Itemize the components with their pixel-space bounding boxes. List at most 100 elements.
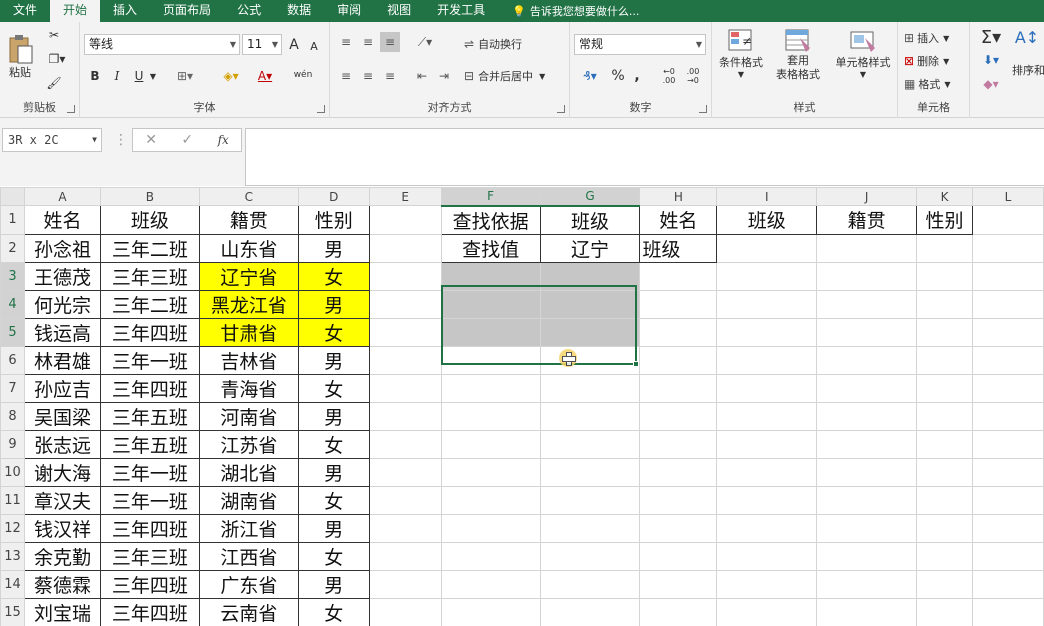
row-header[interactable]: 8 <box>0 401 25 431</box>
cell-J7[interactable] <box>816 373 918 403</box>
cell-J13[interactable] <box>816 541 918 571</box>
cell-H10[interactable] <box>639 457 718 487</box>
cell-K9[interactable] <box>916 429 974 459</box>
cell-I10[interactable] <box>716 457 818 487</box>
tab-8[interactable]: 开发工具 <box>424 0 498 22</box>
cell-L6[interactable] <box>972 345 1044 375</box>
cell-L5[interactable] <box>972 317 1044 347</box>
cell-J11[interactable] <box>816 485 918 515</box>
cell-D5[interactable]: 女 <box>297 317 370 347</box>
cell-G8[interactable] <box>539 401 641 431</box>
insert-cells-button[interactable]: ⊞ 插入 ▼ <box>904 28 966 48</box>
delete-cells-button[interactable]: ⊠ 删除 ▼ <box>904 51 966 71</box>
cell-E5[interactable] <box>368 317 442 347</box>
format-as-table-button[interactable]: 套用 表格格式 <box>768 28 828 92</box>
cell-E14[interactable] <box>368 569 442 599</box>
align-right-icon[interactable]: ≡ <box>380 66 400 86</box>
font-name-select[interactable]: 等线 ▼ <box>84 34 240 55</box>
row-header[interactable]: 4 <box>0 289 25 319</box>
cell-K11[interactable] <box>916 485 974 515</box>
cell-E13[interactable] <box>368 541 442 571</box>
cell-F2[interactable]: 查找值 <box>440 233 541 263</box>
cell-D3[interactable]: 女 <box>297 261 370 291</box>
cell-C3[interactable]: 辽宁省 <box>198 261 299 291</box>
cell-B9[interactable]: 三年五班 <box>99 429 200 459</box>
column-header-H[interactable]: H <box>639 187 718 206</box>
cell-H1[interactable]: 姓名 <box>639 205 718 235</box>
cell-A14[interactable]: 蔡德霖 <box>23 569 101 599</box>
cell-E15[interactable] <box>368 597 442 626</box>
select-all-corner[interactable] <box>0 187 25 206</box>
increase-indent-icon[interactable]: ⇥ <box>434 66 454 86</box>
cell-A5[interactable]: 钱运高 <box>23 317 101 347</box>
cell-C6[interactable]: 吉林省 <box>198 345 299 375</box>
row-header[interactable]: 15 <box>0 597 25 626</box>
cell-A11[interactable]: 章汉夫 <box>23 485 101 515</box>
cell-J14[interactable] <box>816 569 918 599</box>
cell-K5[interactable] <box>916 317 974 347</box>
copy-icon[interactable]: ❐▾ <box>44 50 70 68</box>
column-header-E[interactable]: E <box>368 187 442 206</box>
cell-A12[interactable]: 钱汉祥 <box>23 513 101 543</box>
cell-H5[interactable] <box>639 317 718 347</box>
cell-D9[interactable]: 女 <box>297 429 370 459</box>
paste-button[interactable]: 粘贴 <box>4 28 36 86</box>
column-header-B[interactable]: B <box>99 187 200 206</box>
worksheet-grid[interactable]: ABCDEFGHIJKL 1 姓名 班级 籍贯 性别 查找依据 班级 姓名 班级 籍贯 性别 2 孙念祖… <box>0 187 1044 626</box>
font-color-icon[interactable]: A ▾ <box>252 66 278 86</box>
cell-D14[interactable]: 男 <box>297 569 370 599</box>
cell-B3[interactable]: 三年三班 <box>99 261 200 291</box>
column-header-G[interactable]: G <box>539 187 641 207</box>
underline-button[interactable]: U <box>132 66 146 86</box>
cell-L3[interactable] <box>972 261 1044 291</box>
cell-styles-button[interactable]: 单元格样式 ▼ <box>828 28 898 92</box>
tab-7[interactable]: 视图 <box>374 0 424 22</box>
cell-C15[interactable]: 云南省 <box>198 597 299 626</box>
cell-D1[interactable]: 性别 <box>297 205 370 235</box>
cell-I14[interactable] <box>716 569 818 599</box>
cell-L10[interactable] <box>972 457 1044 487</box>
row-header[interactable]: 12 <box>0 513 25 543</box>
cell-G3[interactable] <box>539 261 641 291</box>
cell-I15[interactable] <box>716 597 818 626</box>
row-header[interactable]: 3 <box>0 261 25 291</box>
cell-A15[interactable]: 刘宝瑞 <box>23 597 101 626</box>
cell-B14[interactable]: 三年四班 <box>99 569 200 599</box>
cell-K12[interactable] <box>916 513 974 543</box>
cell-G12[interactable] <box>539 513 641 543</box>
cell-B6[interactable]: 三年一班 <box>99 345 200 375</box>
insert-function-icon[interactable]: fx <box>218 133 229 147</box>
fill-color-icon[interactable]: ◈▾ <box>218 66 244 86</box>
cell-H9[interactable] <box>639 429 718 459</box>
cell-C14[interactable]: 广东省 <box>198 569 299 599</box>
column-header-L[interactable]: L <box>972 187 1044 206</box>
cell-E12[interactable] <box>368 513 442 543</box>
percent-button[interactable]: % <box>610 66 626 86</box>
format-cells-button[interactable]: ▦ 格式 ▼ <box>904 74 966 94</box>
cell-B7[interactable]: 三年四班 <box>99 373 200 403</box>
clear-icon[interactable]: ◆▾ <box>978 74 1004 94</box>
alignment-launcher-icon[interactable] <box>557 105 565 113</box>
cell-H7[interactable] <box>639 373 718 403</box>
cell-I1[interactable]: 班级 <box>716 205 818 235</box>
cell-L15[interactable] <box>972 597 1044 626</box>
cell-J10[interactable] <box>816 457 918 487</box>
comma-button[interactable]: , <box>630 66 644 86</box>
cell-L1[interactable] <box>972 205 1044 235</box>
cell-I3[interactable] <box>716 261 818 291</box>
currency-icon[interactable]: ₰▾ <box>574 66 606 86</box>
cell-L12[interactable] <box>972 513 1044 543</box>
cell-G9[interactable] <box>539 429 641 459</box>
number-launcher-icon[interactable] <box>699 105 707 113</box>
cell-F1[interactable]: 查找依据 <box>440 205 541 235</box>
orientation-icon[interactable]: ⟋▾ <box>412 32 438 52</box>
cell-D10[interactable]: 男 <box>297 457 370 487</box>
cell-K2[interactable] <box>916 233 974 263</box>
row-header[interactable]: 7 <box>0 373 25 403</box>
grow-font-icon[interactable]: A <box>286 35 302 55</box>
cell-J12[interactable] <box>816 513 918 543</box>
cell-A2[interactable]: 孙念祖 <box>23 233 101 263</box>
row-header[interactable]: 9 <box>0 429 25 459</box>
cell-L7[interactable] <box>972 373 1044 403</box>
tab-1[interactable]: 开始 <box>50 0 101 22</box>
